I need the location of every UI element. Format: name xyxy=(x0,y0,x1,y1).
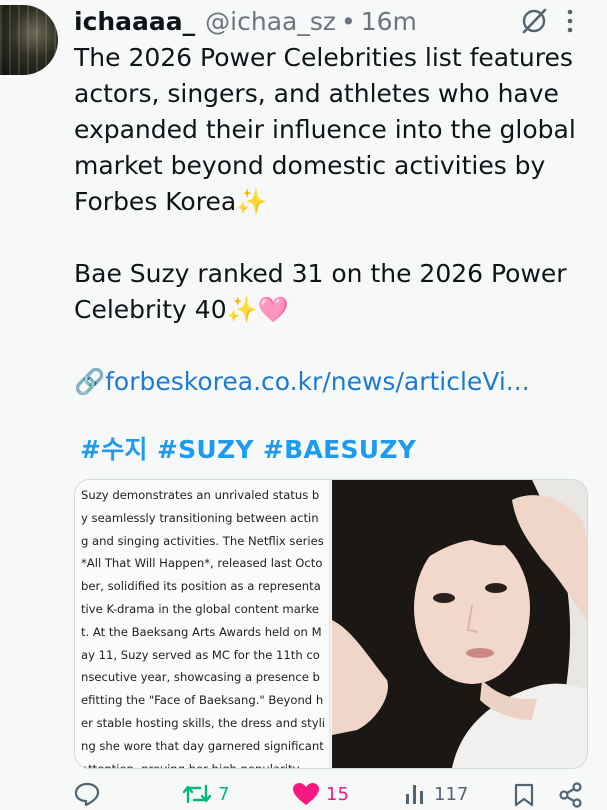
article-screenshot[interactable]: Suzy demonstrates an unrivaled status by… xyxy=(75,480,331,768)
like-count: 15 xyxy=(326,783,349,805)
tweet-line: The 2026 Power Celebrities list features xyxy=(74,43,573,72)
timestamp[interactable]: 16m xyxy=(361,7,417,36)
reply-button[interactable] xyxy=(74,782,106,806)
tweet-line: actors, singers, and athletes who have xyxy=(74,79,559,108)
separator-dot: • xyxy=(341,6,356,36)
avatar[interactable] xyxy=(0,5,58,75)
tweet-line: market beyond domestic activities by xyxy=(74,151,546,180)
like-button[interactable]: 15 xyxy=(292,782,349,806)
views-button[interactable]: 117 xyxy=(404,782,468,806)
hashtags[interactable]: #수지 #SUZY #BAESUZY xyxy=(80,430,416,466)
views-icon xyxy=(404,782,428,806)
heart-icon xyxy=(292,782,320,806)
article-link[interactable]: 🔗forbeskorea.co.kr/news/articleVi... xyxy=(74,364,594,400)
reply-icon xyxy=(74,782,100,806)
share-button[interactable] xyxy=(558,782,584,808)
tweet-line: Celebrity 40✨🩷 xyxy=(74,295,289,324)
author-handle[interactable]: @ichaa_sz xyxy=(205,7,336,36)
author-name[interactable]: ichaaaa_ xyxy=(74,7,195,36)
retweet-icon xyxy=(182,782,212,806)
tweet-line: Forbes Korea✨ xyxy=(74,187,268,216)
views-count: 117 xyxy=(434,783,469,805)
tweet-line: expanded their influence into the global xyxy=(74,115,576,144)
retweet-count: 7 xyxy=(218,783,230,805)
portrait-photo[interactable] xyxy=(332,480,587,768)
article-text: Suzy demonstrates an unrivaled status by… xyxy=(81,488,326,769)
tweet-line: Bae Suzy ranked 31 on the 2026 Power xyxy=(74,259,567,288)
bookmark-button[interactable] xyxy=(513,782,535,808)
media-attachment[interactable]: Suzy demonstrates an unrivaled status by… xyxy=(74,479,588,769)
tweet-text: The 2026 Power Celebrities list features… xyxy=(74,40,594,400)
more-icon[interactable] xyxy=(565,8,575,34)
grok-icon[interactable] xyxy=(520,7,548,35)
tweet-header: ichaaaa_ @ichaa_sz • 16m xyxy=(74,4,417,38)
action-bar: 7 15 117 xyxy=(0,780,607,810)
retweet-button[interactable]: 7 xyxy=(182,782,229,806)
share-icon xyxy=(558,782,584,808)
bookmark-icon xyxy=(513,782,535,808)
